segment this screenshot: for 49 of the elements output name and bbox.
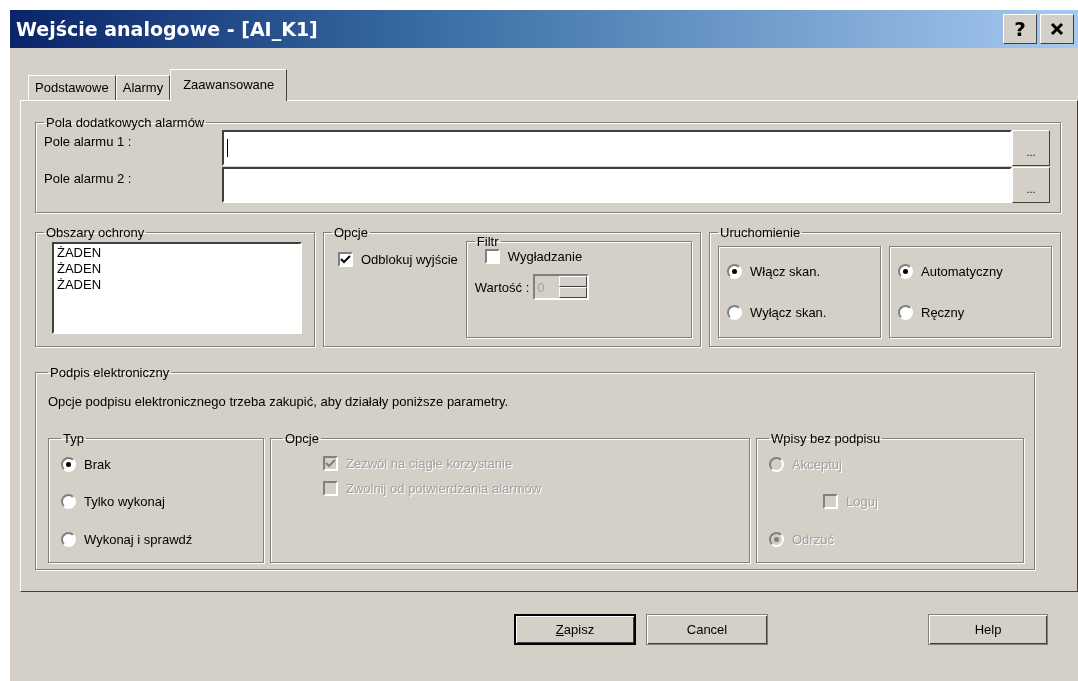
browse-button[interactable]: ... xyxy=(1012,167,1050,203)
field-label: Pole alarmu 1 : xyxy=(44,133,133,149)
list-box[interactable]: ŻADEN ŻADEN ŻADEN xyxy=(52,242,302,334)
tab[interactable]: Podstawowe xyxy=(28,75,116,100)
group-title: Filtr xyxy=(475,234,500,249)
checkbox[interactable] xyxy=(338,252,353,267)
group-title: Pola dodatkowych alarmów xyxy=(45,115,206,130)
radio-label: Wykonaj i sprawdź xyxy=(84,531,193,547)
group-title: Obszary ochrony xyxy=(45,225,146,240)
radio-button[interactable] xyxy=(727,264,742,279)
window-title: Wejście analogowe - [AI_K1] xyxy=(16,18,319,40)
radio-label: Tylko wykonaj xyxy=(84,494,165,510)
help-button[interactable]: ? xyxy=(1003,14,1037,44)
tab[interactable]: Alarmy xyxy=(115,75,171,100)
checkbox-label: Wygładzanie xyxy=(507,249,583,264)
list-item[interactable]: ŻADEN xyxy=(57,261,297,277)
field-label: Pole alarmu 2 : xyxy=(44,170,133,186)
checkbox-label: Odblokuj wyjście xyxy=(361,252,458,267)
radio-label: Automatyczny xyxy=(921,264,1003,279)
group-title: Opcje xyxy=(284,431,320,446)
close-button[interactable] xyxy=(1040,14,1074,44)
radio-button[interactable] xyxy=(898,305,913,320)
dialog-button[interactable]: Zapisz xyxy=(514,614,636,645)
field-label: Wartość : xyxy=(474,279,530,295)
input-field[interactable] xyxy=(222,167,1012,203)
group-title: Opcje xyxy=(333,225,369,240)
dialog-button[interactable]: Help xyxy=(928,614,1048,645)
group-title: Podpis elektroniczny xyxy=(49,365,171,380)
input-field[interactable] xyxy=(222,130,1012,166)
dialog-button[interactable]: Cancel xyxy=(646,614,768,645)
checkbox[interactable] xyxy=(484,249,500,264)
browse-button[interactable]: ... xyxy=(1012,130,1050,166)
radio-button[interactable] xyxy=(61,457,76,473)
info-text: Opcje podpisu elektronicznego trzeba zakupić, aby działały poniższe parametry. xyxy=(48,394,510,409)
radio-label: Wyłącz skan. xyxy=(750,305,827,320)
radio-label: Włącz skan. xyxy=(750,264,821,279)
list-item[interactable]: ŻADEN xyxy=(57,277,297,293)
group-title: Wpisy bez podpisu xyxy=(770,431,882,446)
radio-button[interactable] xyxy=(898,264,913,279)
list-item[interactable]: ŻADEN xyxy=(57,245,297,261)
tab[interactable]: Zaawansowane xyxy=(170,69,288,101)
radio-button[interactable] xyxy=(727,305,742,320)
close-icon xyxy=(1050,22,1064,36)
radio-label: Brak xyxy=(84,457,111,473)
group-title: Typ xyxy=(62,431,85,446)
radio-label: Ręczny xyxy=(921,305,965,320)
radio-button[interactable] xyxy=(61,531,76,547)
group-title: Uruchomienie xyxy=(719,225,802,240)
radio-button[interactable] xyxy=(61,494,76,510)
